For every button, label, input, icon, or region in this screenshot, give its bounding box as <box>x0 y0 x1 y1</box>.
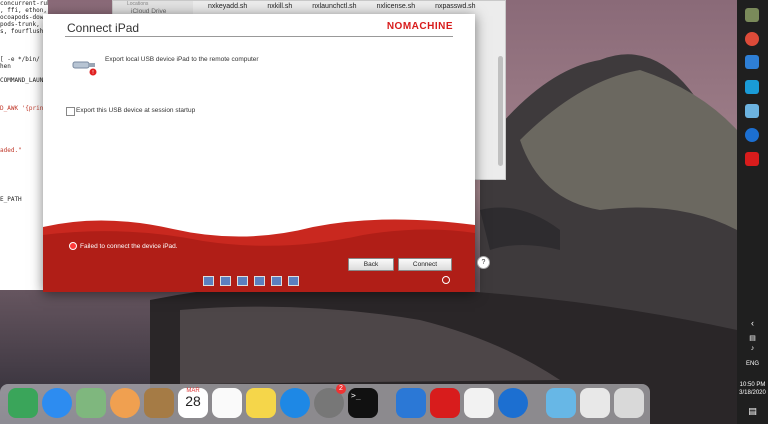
app-store-icon[interactable] <box>280 388 310 418</box>
language-indicator[interactable]: ENG <box>737 361 768 367</box>
terminal-line: s, fourflushe <box>0 28 47 35</box>
export-description: Export local USB device iPad to the remo… <box>105 56 259 63</box>
error-icon <box>69 242 77 250</box>
reminders-icon[interactable] <box>212 388 242 418</box>
usb-device-icon: ! <box>72 61 97 76</box>
notification-badge: 2 <box>336 384 346 394</box>
connection-error: Failed to connect the device iPad. <box>69 242 178 250</box>
display-icon[interactable] <box>203 276 214 286</box>
session-toolbar <box>203 276 299 286</box>
monitor-icon[interactable] <box>271 276 282 286</box>
help-button[interactable]: ? <box>477 256 490 269</box>
power-icon[interactable] <box>442 276 450 284</box>
file-item[interactable]: nxpasswd.sh <box>435 3 475 10</box>
notes-icon[interactable] <box>246 388 276 418</box>
contacts-icon[interactable] <box>144 388 174 418</box>
volume-icon[interactable]: ♪ <box>737 345 768 352</box>
nomachine-dock-icon[interactable] <box>430 388 460 418</box>
file-item[interactable]: nxkeyadd.sh <box>208 3 247 10</box>
system-preferences-icon[interactable]: 2 <box>314 384 346 418</box>
app-icon-5[interactable] <box>745 104 759 118</box>
terminal-line: , ffi, ethon, <box>0 7 47 14</box>
clock-time[interactable]: 10:50 PM <box>737 382 768 388</box>
terminal-window[interactable]: concurrent-rub , ffi, ethon, ocoapods-do… <box>0 0 48 290</box>
calendar-icon[interactable]: MAR 28 <box>178 388 208 418</box>
nomachine-logo: NOMACHINE <box>386 21 453 32</box>
devices-icon[interactable] <box>237 276 248 286</box>
downloads-folder-icon[interactable] <box>546 388 576 418</box>
terminal-line: COMMAND_LAUN <box>0 77 44 84</box>
connect-ipad-dialog: Connect iPad NOMACHINE ! Export local US… <box>43 14 475 292</box>
terminal-line: pods-trunk, co <box>0 21 48 28</box>
terminal-line: D_AWK '{prin <box>0 105 44 112</box>
settings-icon[interactable] <box>288 276 299 286</box>
xcode-icon[interactable] <box>396 388 426 418</box>
sidebar-section-locations: Locations <box>127 1 149 7</box>
terminal-line: E_PATH <box>0 196 22 203</box>
network-icon[interactable]: ▤ <box>737 334 768 342</box>
terminal-line: ocoapods-downl <box>0 14 48 21</box>
textedit-icon[interactable] <box>464 388 494 418</box>
photos-icon[interactable] <box>110 388 140 418</box>
vscode-icon[interactable] <box>745 55 759 69</box>
clock-date[interactable]: 3/18/2020 <box>737 390 768 396</box>
chrome-icon[interactable] <box>745 32 759 46</box>
messages-icon[interactable] <box>42 388 72 418</box>
usb-icon[interactable] <box>254 276 265 286</box>
file-item[interactable]: nxkill.sh <box>267 3 292 10</box>
terminal-line: concurrent-rub <box>0 0 48 7</box>
terminal-line: hen <box>0 63 11 70</box>
notification-icon[interactable]: ▤ <box>737 406 768 417</box>
windows-taskbar: ‹ ▤ ♪ ENG 10:50 PM 3/18/2020 ▤ <box>737 0 768 424</box>
file-item[interactable]: nxlaunchctl.sh <box>312 3 356 10</box>
teamviewer-dock-icon[interactable] <box>498 388 528 418</box>
app-icon-1[interactable] <box>745 8 759 22</box>
title-divider <box>65 36 453 37</box>
export-at-startup-label: Export this USB device at session startu… <box>76 107 196 114</box>
svg-text:!: ! <box>92 70 94 76</box>
maps-icon[interactable] <box>76 388 106 418</box>
trash-icon[interactable] <box>614 388 644 418</box>
export-at-startup-checkbox[interactable] <box>66 107 75 116</box>
fit-screen-icon[interactable] <box>220 276 231 286</box>
file-list: nxkeyadd.sh nxkill.sh nxlaunchctl.sh nxl… <box>208 3 476 10</box>
window-preview-icon[interactable] <box>580 388 610 418</box>
skype-icon[interactable] <box>745 80 759 94</box>
terminal-icon[interactable]: >_ <box>348 388 378 418</box>
finder-scrollbar[interactable] <box>498 56 503 166</box>
error-message: Failed to connect the device iPad. <box>80 242 178 250</box>
dialog-title: Connect iPad <box>67 21 140 35</box>
chevron-up-icon[interactable]: ‹ <box>737 318 768 328</box>
nomachine-icon[interactable] <box>745 152 759 166</box>
terminal-line: [ -e */bin/ <box>0 56 40 63</box>
back-button[interactable]: Back <box>348 258 394 271</box>
file-item[interactable]: nxlicense.sh <box>377 3 416 10</box>
terminal-line: aded." <box>0 147 22 154</box>
connect-button[interactable]: Connect <box>398 258 452 271</box>
facetime-icon[interactable] <box>8 388 38 418</box>
teamviewer-icon[interactable] <box>745 128 759 142</box>
calendar-day: 28 <box>185 393 201 409</box>
